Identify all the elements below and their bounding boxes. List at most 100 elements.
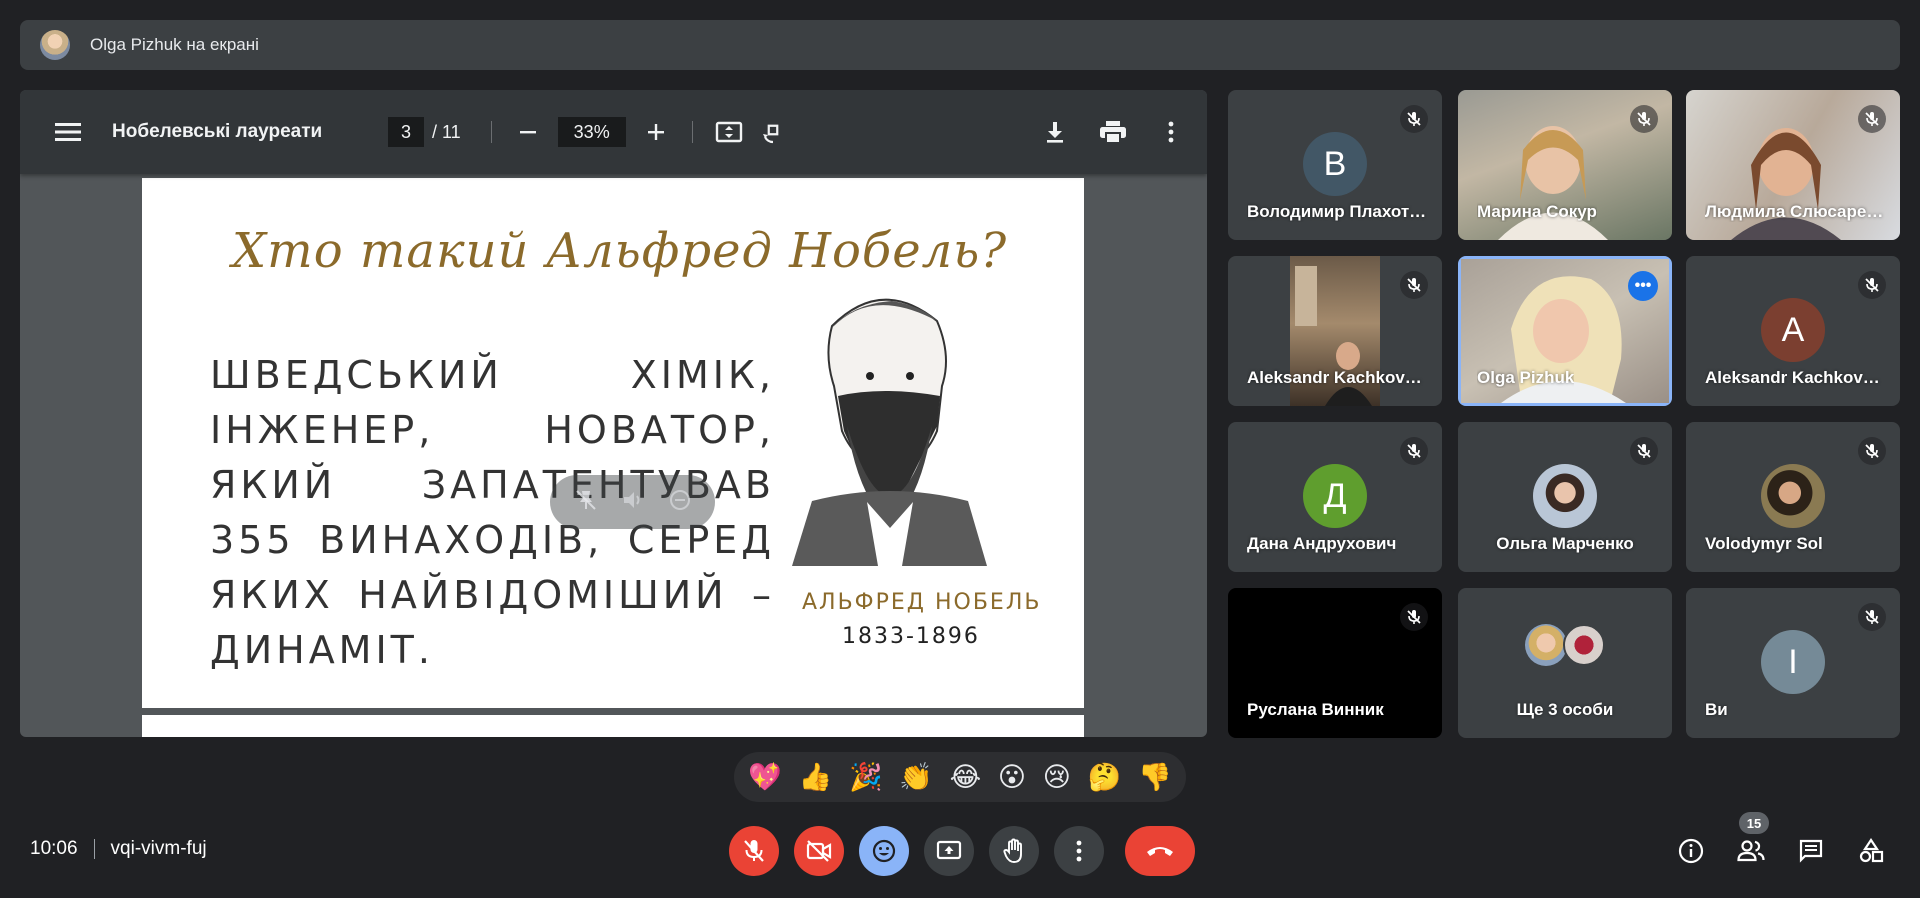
- participant-name: Aleksandr Kachkovskyi: [1705, 368, 1885, 387]
- reaction-bar: 💖 👍 🎉 👏 😂 😮 😢 🤔 👎: [734, 752, 1186, 802]
- zoom-out-icon[interactable]: [506, 110, 550, 154]
- mic-off-icon: [1630, 437, 1658, 465]
- others-avatar-1: [1525, 624, 1567, 666]
- volume-icon[interactable]: [621, 488, 645, 517]
- mic-off-icon: [1858, 437, 1886, 465]
- pdf-toolbar: Нобелевські лауреати 3 / 11 33%: [20, 90, 1207, 174]
- participant-photo-avatar: [1533, 464, 1597, 528]
- participant-tile[interactable]: Volodymyr Sol: [1686, 422, 1900, 572]
- page-number-input[interactable]: 3: [388, 117, 424, 147]
- mic-off-button[interactable]: [729, 826, 779, 876]
- presenter-avatar: [40, 30, 70, 60]
- meeting-code: vqi-vivm-fuj: [110, 838, 207, 859]
- self-name: Ви: [1705, 700, 1728, 719]
- more-options-icon[interactable]: •••: [1628, 271, 1658, 301]
- participant-tile[interactable]: Aleksandr Kachkovskyi: [1228, 256, 1442, 406]
- chat-button[interactable]: [1786, 826, 1836, 876]
- others-avatar-2: [1563, 624, 1605, 666]
- participant-avatar: Д: [1303, 464, 1367, 528]
- reaction-surprised[interactable]: 😮: [998, 763, 1026, 791]
- reaction-heart[interactable]: 💖: [748, 763, 782, 791]
- more-vert-icon[interactable]: [1149, 110, 1193, 154]
- meet-window: Olga Pizhuk на екрані Нобелевські лауреа…: [0, 0, 1920, 898]
- fit-page-icon[interactable]: [707, 110, 751, 154]
- reaction-party[interactable]: 🎉: [849, 763, 883, 791]
- participant-name: Дана Андрухович: [1247, 534, 1397, 553]
- participant-tile[interactable]: В Володимир Плахотнюк: [1228, 90, 1442, 240]
- participant-name: Volodymyr Sol: [1705, 534, 1823, 553]
- toolbar-divider: [691, 121, 693, 143]
- raise-hand-button[interactable]: [989, 826, 1039, 876]
- participant-name: Ольга Марченко: [1496, 534, 1634, 553]
- participant-name: Марина Сокур: [1477, 202, 1597, 221]
- mic-off-icon: [1400, 105, 1428, 133]
- rotate-icon[interactable]: [751, 110, 795, 154]
- reaction-thumbs-up[interactable]: 👍: [799, 763, 833, 791]
- participant-tile[interactable]: Марина Сокур: [1458, 90, 1672, 240]
- participant-photo-avatar: [1761, 464, 1825, 528]
- leave-call-button[interactable]: [1125, 826, 1195, 876]
- participant-name: Aleksandr Kachkovskyi: [1247, 368, 1427, 387]
- mic-off-icon: [1400, 603, 1428, 631]
- unpin-icon[interactable]: [574, 488, 598, 517]
- mic-off-icon: [1858, 105, 1886, 133]
- side-panel-controls: 15: [1666, 812, 1906, 876]
- participant-name: Людмила Слюсаренко: [1705, 202, 1885, 221]
- participant-tile[interactable]: Ольга Марченко: [1458, 422, 1672, 572]
- present-screen-button[interactable]: [924, 826, 974, 876]
- participant-tile[interactable]: Руслана Винник: [1228, 588, 1442, 738]
- page-total: / 11: [432, 121, 461, 142]
- participant-name: Руслана Винник: [1247, 700, 1384, 719]
- meeting-time: 10:06: [30, 838, 78, 859]
- mic-off-icon: [1400, 437, 1428, 465]
- zoom-input[interactable]: 33%: [557, 117, 626, 147]
- participant-name: Olga Pizhuk: [1477, 368, 1575, 387]
- shared-screen: Нобелевські лауреати 3 / 11 33% Хто таки…: [20, 90, 1207, 737]
- presentation-overlay-controls: [550, 475, 715, 529]
- zoom-in-icon[interactable]: [634, 110, 678, 154]
- participant-avatar: A: [1761, 298, 1825, 362]
- portrait-caption: АЛЬФРЕД НОБЕЛЬ: [802, 590, 1042, 615]
- people-button[interactable]: 15: [1726, 812, 1776, 876]
- reactions-button[interactable]: [859, 826, 909, 876]
- presenter-label: Olga Pizhuk на екрані: [90, 35, 259, 54]
- document-title: Нобелевські лауреати: [112, 121, 323, 142]
- camera-off-button[interactable]: [794, 826, 844, 876]
- self-avatar: І: [1761, 630, 1825, 694]
- participant-tile[interactable]: Людмила Слюсаренко: [1686, 90, 1900, 240]
- call-controls: [729, 826, 1195, 876]
- toolbar-divider: [490, 121, 492, 143]
- reaction-laugh[interactable]: 😂: [950, 763, 982, 791]
- mic-off-icon: [1400, 271, 1428, 299]
- presenter-bar: Olga Pizhuk на екрані: [20, 20, 1900, 70]
- participant-tile[interactable]: A Aleksandr Kachkovskyi: [1686, 256, 1900, 406]
- meeting-details-button[interactable]: [1666, 826, 1716, 876]
- info-divider: [93, 839, 95, 859]
- pdf-next-page: [142, 715, 1084, 737]
- participant-avatar: В: [1303, 132, 1367, 196]
- print-icon[interactable]: [1091, 110, 1135, 154]
- remove-icon[interactable]: [668, 488, 692, 517]
- others-label: Ще 3 особи: [1516, 700, 1614, 719]
- self-tile[interactable]: І Ви: [1686, 588, 1900, 738]
- activities-button[interactable]: [1846, 826, 1896, 876]
- reaction-clap[interactable]: 👏: [899, 763, 933, 791]
- mic-off-icon: [1858, 603, 1886, 631]
- reaction-thinking[interactable]: 🤔: [1088, 763, 1122, 791]
- portrait-years: 1833-1896: [842, 624, 980, 649]
- menu-icon[interactable]: [46, 110, 90, 154]
- participant-name: Володимир Плахотнюк: [1247, 202, 1427, 221]
- nobel-portrait-image: [792, 298, 987, 566]
- participant-tile[interactable]: Д Дана Андрухович: [1228, 422, 1442, 572]
- reaction-sad[interactable]: 😢: [1043, 763, 1071, 791]
- others-tile[interactable]: Ще 3 особи: [1458, 588, 1672, 738]
- mic-off-icon: [1630, 105, 1658, 133]
- mic-off-icon: [1858, 271, 1886, 299]
- reaction-thumbs-down[interactable]: 👎: [1138, 763, 1172, 791]
- pdf-page: Хто такий Альфред Нобель? ШВЕДСЬКИЙ ХІМІ…: [142, 178, 1084, 708]
- meeting-info: 10:06 vqi-vivm-fuj: [30, 838, 207, 860]
- participant-tile-active-speaker[interactable]: ••• Olga Pizhuk: [1458, 256, 1672, 406]
- people-count-badge: 15: [1739, 812, 1769, 834]
- download-icon[interactable]: [1033, 110, 1077, 154]
- more-options-button[interactable]: [1054, 826, 1104, 876]
